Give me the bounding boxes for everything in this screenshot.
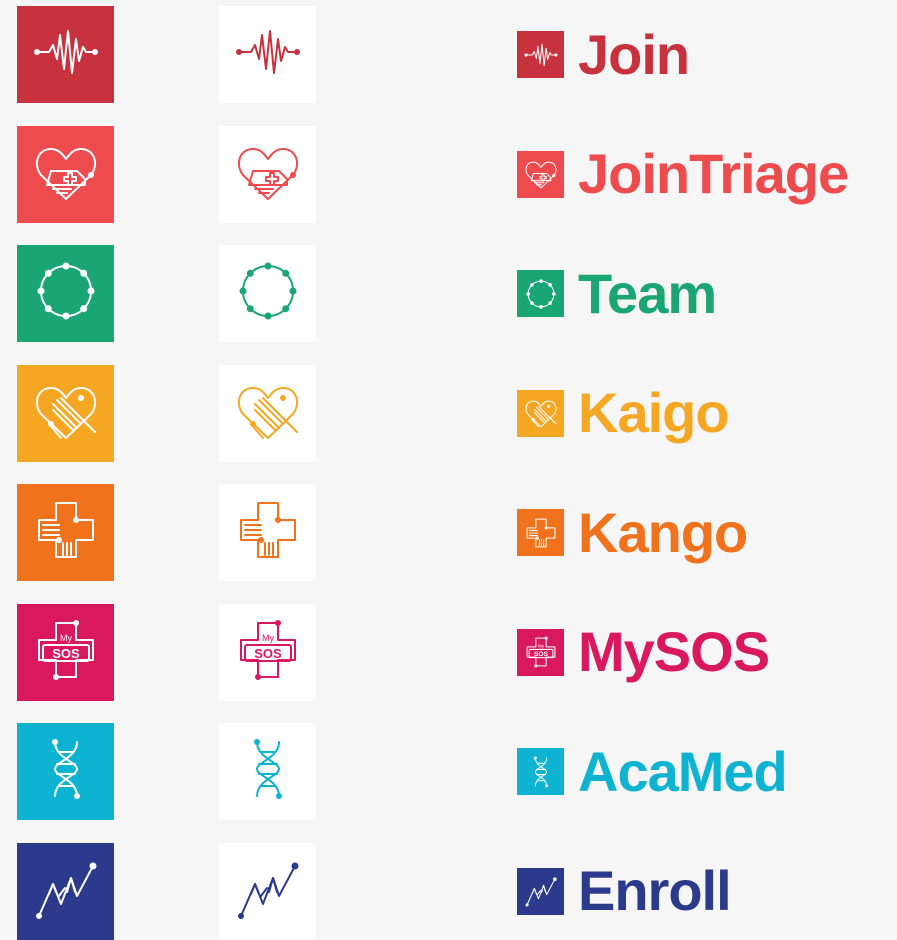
cross-bandage-icon: [31, 495, 101, 570]
mysos-cross-icon: My SOS: [517, 628, 564, 676]
mysos-wordmark: My SOS MySOS: [517, 604, 770, 701]
kango-wordmark: Kango: [517, 484, 748, 581]
pulse-icon: [31, 17, 101, 92]
app-name: Join: [578, 22, 690, 86]
app-name: AcaMed: [578, 739, 788, 803]
app-row-join: Join: [0, 6, 897, 103]
heart-spool-icon: [517, 389, 564, 437]
app-name: Team: [578, 261, 717, 325]
acamed-wordmark: AcaMed: [517, 723, 788, 820]
app-row-jointriage: JoinTriage: [0, 125, 897, 223]
heart-spool-icon: [31, 376, 101, 451]
app-name: MySOS: [578, 620, 770, 683]
join-wordmark: Join: [517, 6, 690, 103]
pulse-icon: [233, 17, 303, 92]
join-filled-tile: [17, 6, 114, 103]
app-row-enroll: Enroll: [0, 842, 897, 940]
dotted-circle-icon: [233, 256, 303, 331]
enroll-outline-tile: [219, 842, 316, 940]
jointriage-outline-tile: [219, 125, 316, 223]
growth-chart-icon: [517, 867, 564, 915]
dna-icon: [31, 734, 101, 809]
svg-text:SOS: SOS: [52, 646, 80, 661]
dotted-circle-icon: [31, 256, 101, 331]
jointriage-filled-tile: [17, 125, 114, 223]
dna-icon: [517, 748, 564, 795]
app-row-mysos: My SOS My SOS My SOS MySOS: [0, 603, 897, 701]
app-row-kango: Kango: [0, 484, 897, 581]
team-wordmark: Team: [517, 245, 717, 342]
heart-ambulance-icon: [517, 150, 564, 198]
cross-bandage-icon: [517, 509, 564, 556]
app-name: Enroll: [578, 859, 732, 922]
mysos-cross-icon: My SOS: [31, 615, 101, 690]
dotted-circle-icon: [517, 270, 564, 317]
app-row-kaigo: Kaigo: [0, 364, 897, 462]
app-row-team: Team: [0, 245, 897, 342]
svg-text:My: My: [60, 633, 72, 643]
team-filled-tile: [17, 245, 114, 342]
mysos-filled-tile: My SOS: [17, 603, 114, 701]
app-name: Kaigo: [578, 381, 730, 444]
svg-text:SOS: SOS: [254, 646, 282, 661]
enroll-filled-tile: [17, 842, 114, 940]
join-outline-tile: [219, 6, 316, 103]
svg-text:My: My: [537, 643, 544, 648]
kaigo-wordmark: Kaigo: [517, 365, 730, 462]
app-name: Kango: [578, 500, 748, 564]
app-name: JoinTriage: [578, 142, 849, 205]
acamed-outline-tile: [219, 723, 316, 820]
heart-ambulance-icon: [31, 137, 101, 212]
svg-text:My: My: [262, 633, 274, 643]
growth-chart-icon: [233, 854, 303, 929]
heart-spool-icon: [233, 376, 303, 451]
app-row-acamed: AcaMed: [0, 723, 897, 820]
team-outline-tile: [219, 245, 316, 342]
svg-text:SOS: SOS: [533, 651, 548, 658]
pulse-icon: [517, 31, 564, 78]
dna-icon: [233, 734, 303, 809]
enroll-wordmark: Enroll: [517, 843, 732, 940]
jointriage-wordmark: JoinTriage: [517, 126, 849, 223]
kango-filled-tile: [17, 484, 114, 581]
kango-outline-tile: [219, 484, 316, 581]
kaigo-outline-tile: [219, 364, 316, 462]
growth-chart-icon: [31, 854, 101, 929]
acamed-filled-tile: [17, 723, 114, 820]
heart-ambulance-icon: [233, 137, 303, 212]
mysos-cross-icon: My SOS: [233, 615, 303, 690]
cross-bandage-icon: [233, 495, 303, 570]
kaigo-filled-tile: [17, 364, 114, 462]
mysos-outline-tile: My SOS: [219, 603, 316, 701]
